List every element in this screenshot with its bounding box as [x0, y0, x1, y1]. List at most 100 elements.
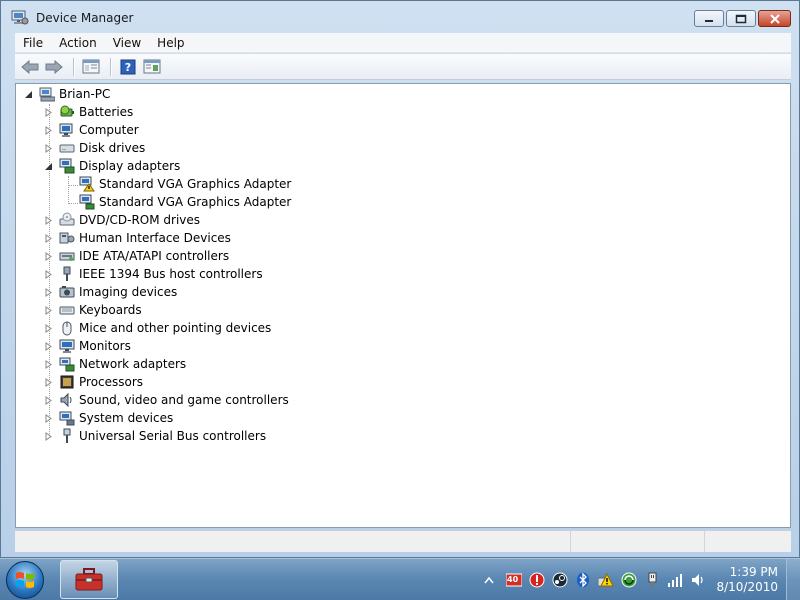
close-button[interactable]: [758, 10, 791, 27]
bluetooth-icon: [577, 572, 589, 588]
tree-item-label: Human Interface Devices: [79, 231, 231, 245]
help-button[interactable]: ?: [117, 57, 139, 77]
expand-icon[interactable]: [44, 305, 53, 315]
status-bar: [15, 530, 791, 552]
minimize-button[interactable]: [694, 10, 724, 27]
tree-item-label: Standard VGA Graphics Adapter: [99, 177, 292, 191]
windows-logo-icon: [16, 572, 34, 588]
camera-icon: [59, 284, 75, 300]
hid-icon: [59, 230, 75, 246]
network-adapter-icon: [59, 356, 75, 372]
tree-category-item[interactable]: Sound, video and game controllers: [44, 391, 289, 409]
tree-category-item[interactable]: IEEE 1394 Bus host controllers: [44, 265, 263, 283]
forward-button[interactable]: [43, 57, 65, 77]
show-desktop-button[interactable]: [786, 559, 800, 600]
collapse-icon[interactable]: [24, 90, 33, 99]
expand-icon[interactable]: [44, 125, 53, 135]
show-action-pane-button[interactable]: [141, 57, 163, 77]
system-clock[interactable]: 1:39 PM 8/10/2010: [716, 565, 778, 595]
tray-bluetooth[interactable]: [575, 572, 591, 588]
tree-category-item[interactable]: Keyboards: [44, 301, 142, 319]
speaker-icon: [692, 574, 703, 586]
menu-action[interactable]: Action: [51, 36, 105, 50]
tree-item-label: Standard VGA Graphics Adapter: [99, 195, 292, 209]
tree-category-item[interactable]: DVD/CD-ROM drives: [44, 211, 200, 229]
tree-child-item[interactable]: Standard VGA Graphics Adapter: [66, 193, 291, 211]
console-tree-icon: [82, 59, 100, 74]
tree-root-brian-pc[interactable]: Brian-PC: [24, 85, 110, 103]
expand-icon[interactable]: [44, 107, 53, 117]
clock-date: 8/10/2010: [716, 580, 778, 594]
taskbar-device-manager-button[interactable]: [60, 560, 118, 599]
expand-icon[interactable]: [44, 377, 53, 387]
system-device-icon: [59, 410, 75, 426]
warning-icon: [598, 572, 614, 587]
tray-warning[interactable]: [598, 572, 614, 588]
tree-category-item[interactable]: Computer: [44, 121, 139, 139]
tree-item-label: Sound, video and game controllers: [79, 393, 289, 407]
tree-item-label: IEEE 1394 Bus host controllers: [79, 267, 263, 281]
expand-icon[interactable]: [44, 395, 53, 405]
usb-plug-icon: [648, 572, 657, 587]
tray-wifi[interactable]: [667, 572, 683, 588]
tree-category-item[interactable]: IDE ATA/ATAPI controllers: [44, 247, 229, 265]
title-bar[interactable]: Device Manager: [1, 1, 799, 33]
tree-item-label: Computer: [79, 123, 139, 137]
expand-icon[interactable]: [44, 215, 53, 225]
back-button[interactable]: [19, 57, 41, 77]
expand-icon[interactable]: [44, 269, 53, 279]
show-hidden-icons-button[interactable]: [482, 573, 496, 587]
maximize-button[interactable]: [726, 10, 756, 27]
collapse-icon[interactable]: [44, 162, 53, 171]
tree-category-item[interactable]: Display adapters: [44, 157, 180, 175]
tree-category-item[interactable]: Processors: [44, 373, 143, 391]
tree-item-label: DVD/CD-ROM drives: [79, 213, 201, 227]
steam-icon: [552, 572, 568, 588]
expand-icon[interactable]: [44, 341, 53, 351]
red-alert-icon: [529, 572, 545, 588]
status-cell-main: [15, 531, 571, 552]
expand-icon[interactable]: [44, 251, 53, 261]
expand-icon[interactable]: [44, 287, 53, 297]
tree-root-label: Brian-PC: [59, 87, 111, 101]
start-button[interactable]: [6, 561, 44, 599]
tree-category-item[interactable]: Batteries: [44, 103, 133, 121]
close-icon: [769, 13, 780, 24]
keyboard-icon: [59, 302, 75, 318]
tree-category-item[interactable]: Universal Serial Bus controllers: [44, 427, 266, 445]
tree-category-item[interactable]: Human Interface Devices: [44, 229, 231, 247]
tray-calendar-badge[interactable]: 40: [506, 572, 522, 588]
toolbar-separator: [73, 57, 74, 76]
tree-category-item[interactable]: Disk drives: [44, 139, 145, 157]
menu-file[interactable]: File: [15, 36, 51, 50]
tree-item-label: Display adapters: [79, 159, 181, 173]
expand-icon[interactable]: [44, 233, 53, 243]
tray-volume[interactable]: [690, 572, 706, 588]
tree-category-item[interactable]: System devices: [44, 409, 173, 427]
tree-category-item[interactable]: Mice and other pointing devices: [44, 319, 271, 337]
tree-category-item[interactable]: Imaging devices: [44, 283, 177, 301]
tree-child-item[interactable]: Standard VGA Graphics Adapter: [66, 175, 291, 193]
tree-category-item[interactable]: Network adapters: [44, 355, 186, 373]
tree-category-item[interactable]: Monitors: [44, 337, 131, 355]
menu-view[interactable]: View: [105, 36, 149, 50]
processor-icon: [59, 374, 75, 390]
ieee1394-icon: [59, 266, 75, 282]
expand-icon[interactable]: [44, 413, 53, 423]
expand-icon[interactable]: [44, 323, 53, 333]
tree-item-label: Keyboards: [79, 303, 142, 317]
tree-item-label: Disk drives: [79, 141, 146, 155]
tray-network-center[interactable]: [621, 572, 637, 588]
device-manager-icon: [11, 10, 29, 25]
show-hide-console-tree-button[interactable]: [80, 57, 102, 77]
toolbar: ?: [15, 54, 791, 80]
expand-icon[interactable]: [44, 431, 53, 441]
expand-icon[interactable]: [44, 143, 53, 153]
network-sync-icon: [621, 572, 637, 588]
tray-safely-remove[interactable]: [644, 572, 660, 588]
expand-icon[interactable]: [44, 359, 53, 369]
clock-time: 1:39 PM: [729, 565, 778, 579]
tray-alert[interactable]: [529, 572, 545, 588]
tray-steam[interactable]: [552, 572, 568, 588]
menu-help[interactable]: Help: [149, 36, 192, 50]
